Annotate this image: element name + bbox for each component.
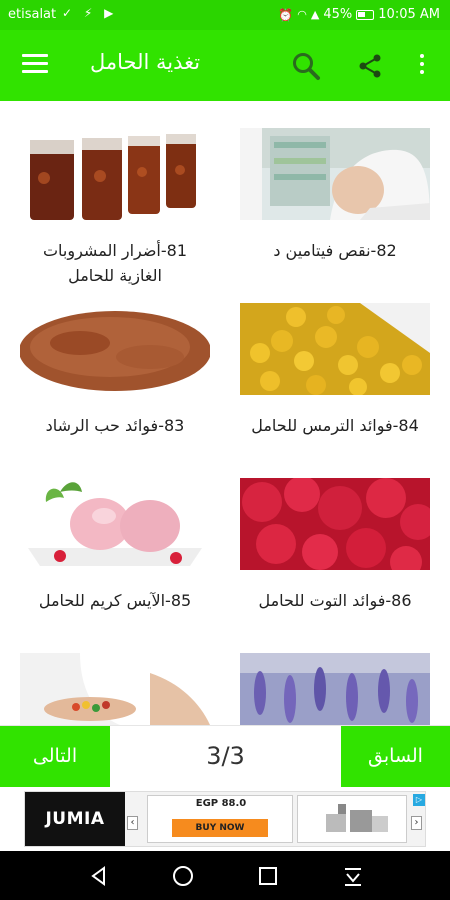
ad-banner: JUMIA ‹ EGP 88.0 BUY NOW ▷ ›: [0, 787, 450, 851]
share-icon[interactable]: [356, 52, 384, 80]
article-title: 86-فوائد التوت للحامل: [258, 591, 412, 610]
next-page-button[interactable]: التالى: [0, 726, 110, 788]
article-card[interactable]: 81-أضرار المشروبات الغازية للحامل: [20, 128, 210, 293]
article-card[interactable]: 86-فوائد التوت للحامل: [240, 478, 430, 623]
system-nav-bar: [0, 851, 450, 900]
article-title: 85-الآيس كريم للحامل: [38, 591, 192, 610]
article-card[interactable]: 83-فوائد حب الرشاد: [20, 303, 210, 448]
cress-seed-powder-image: [20, 303, 210, 395]
signal-icon: ▲: [310, 8, 320, 21]
clock: 10:05 AM: [378, 7, 440, 22]
recents-icon[interactable]: [255, 863, 281, 889]
ad-product-image[interactable]: [297, 795, 407, 843]
raspberries-image: [240, 478, 430, 570]
lavender-flowers-image: [240, 653, 430, 725]
hide-nav-icon[interactable]: [340, 863, 366, 889]
wifi-icon: ◠: [297, 8, 307, 21]
articles-grid: 82-نقص فيتامين د 81-أضرار المشروبات الغا…: [0, 101, 450, 725]
article-title: 83-فوائد حب الرشاد: [45, 416, 185, 435]
carrier-name: etisalat: [8, 7, 57, 22]
ad-buy-now-button[interactable]: BUY NOW: [172, 819, 268, 837]
lupin-beans-image: [240, 303, 430, 395]
hamburger-menu-icon[interactable]: [22, 54, 48, 76]
ad-product-panel[interactable]: EGP 88.0 BUY NOW: [147, 795, 293, 843]
article-card[interactable]: [20, 653, 210, 725]
soda-glasses-image: [20, 128, 210, 220]
article-card[interactable]: 82-نقص فيتامين د: [240, 128, 430, 288]
battery-percent: 45%: [323, 7, 353, 22]
battery-icon: [356, 9, 375, 20]
article-card[interactable]: 85-الآيس كريم للحامل: [20, 478, 210, 623]
page-title: تغذية الحامل: [90, 50, 201, 74]
chevron-right-icon[interactable]: ›: [411, 816, 422, 830]
pagination-bar: التالى 3/3 السابق: [0, 725, 450, 788]
jumia-logo: JUMIA: [25, 792, 125, 846]
article-title: 82-نقص فيتامين د: [273, 241, 397, 260]
back-icon[interactable]: [86, 863, 112, 889]
more-options-icon[interactable]: [414, 54, 430, 78]
article-title: 84-فوائد الترمس للحامل: [251, 416, 419, 435]
ad-info-icon[interactable]: ▷: [413, 794, 425, 806]
app-bar: تغذية الحامل: [0, 30, 450, 101]
page-indicator: 3/3: [206, 742, 245, 770]
home-icon[interactable]: [170, 863, 196, 889]
status-bar: etisalat ✓ ⚡ ▶ ⏰ ◠ ▲ 45% 10:05 AM: [0, 0, 450, 30]
article-card[interactable]: [240, 653, 430, 725]
notification-icons: ✓ ⚡ ▶: [62, 6, 118, 20]
article-card[interactable]: 84-فوائد الترمس للحامل: [240, 303, 430, 448]
article-title: 81-أضرار المشروبات الغازية للحامل: [42, 241, 188, 285]
chevron-left-icon[interactable]: ‹: [127, 816, 138, 830]
search-icon[interactable]: [290, 50, 322, 82]
ad-price: EGP 88.0: [195, 798, 247, 809]
ad-container[interactable]: JUMIA ‹ EGP 88.0 BUY NOW ▷ ›: [24, 791, 426, 847]
previous-page-button[interactable]: السابق: [341, 726, 450, 788]
strawberry-ice-cream-image: [20, 478, 210, 570]
pregnant-belly-pills-image: [20, 653, 210, 725]
alarm-icon: ⏰: [278, 7, 294, 22]
pregnant-woman-pharmacy-image: [240, 128, 430, 220]
